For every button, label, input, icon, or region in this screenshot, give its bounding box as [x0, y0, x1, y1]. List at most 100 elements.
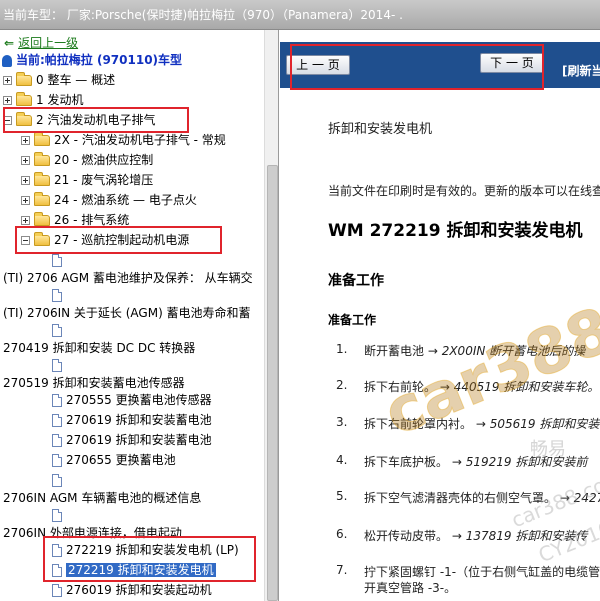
tree-item-21[interactable]: 21 - 废气涡轮增压 [21, 171, 153, 189]
expand-icon[interactable] [21, 196, 30, 205]
document-nav-bar: 上 一 页 下 一 页 [刷新当 [280, 42, 600, 88]
step-text-continued: 开真空管路 -3-。 [364, 581, 457, 595]
doc-label: 2706IN 外部电源连接，借电起动 [3, 526, 182, 540]
step-ref-link[interactable]: → 440519 拆卸和安装车轮。 [436, 380, 600, 394]
doc-row[interactable] [52, 471, 66, 489]
doc-row[interactable]: 270619 拆卸和安装蓄电池 [52, 431, 212, 449]
refresh-link[interactable]: [刷新当 [562, 62, 600, 79]
folder-icon [16, 72, 32, 86]
doc-row[interactable]: 272219 拆卸和安装发电机 (LP) [52, 541, 239, 559]
tree-item-label: 2X - 汽油发动机电子排气 - 常规 [54, 133, 226, 147]
doc-row[interactable]: (TI) 2706IN 关于延长 (AGM) 蓄电池寿命和蓄 [3, 304, 251, 322]
step-text: 断开蓄电池 → 2X00IN 断开蓄电池后的操 [364, 344, 586, 358]
folder-icon [16, 92, 32, 106]
document-icon [52, 414, 62, 427]
document-icon [52, 254, 62, 267]
doc-label: 270619 拆卸和安装蓄电池 [66, 433, 212, 447]
tree-item-20[interactable]: 20 - 燃油供应控制 [21, 151, 153, 169]
step-ref-link[interactable]: → 505619 拆卸和安装 [472, 417, 600, 431]
tree-item-label: 1 发动机 [36, 93, 84, 107]
tree-item-label: 27 - 巡航控制起动机电源 [54, 233, 190, 247]
doc-row[interactable]: 270519 拆卸和安装蓄电池传感器 [3, 374, 185, 392]
vehicle-title-bar: 当前车型： 厂家:Porsche(保时捷)帕拉梅拉（970）（Panamera）… [0, 0, 600, 30]
tree-item-label: 24 - 燃油系统 — 电子点火 [54, 193, 197, 207]
doc-row[interactable]: 270655 更换蓄电池 [52, 451, 176, 469]
folder-icon [34, 152, 50, 166]
doc-row[interactable]: 2706IN AGM 车辆蓄电池的概述信息 [3, 489, 201, 507]
document-icon [52, 359, 62, 372]
tree-item-label: 2 汽油发动机电子排气 [36, 113, 156, 127]
back-link[interactable]: ⇐ 返回上一级 [4, 34, 78, 52]
tree-item-0[interactable]: 0 整车 — 概述 [3, 71, 115, 89]
expand-icon[interactable] [21, 176, 30, 185]
doc-row[interactable] [52, 251, 66, 269]
expand-icon[interactable] [21, 216, 30, 225]
doc-row[interactable]: (TI) 2706 AGM 蓄电池维护及保养： 从车辆交 [3, 269, 253, 287]
doc-row[interactable]: 270555 更换蓄电池传感器 [52, 391, 212, 409]
doc-row[interactable] [52, 506, 66, 524]
next-page-button[interactable]: 下 一 页 [480, 53, 544, 73]
tree-item-label: 26 - 排气系统 [54, 213, 130, 227]
doc-label: 276019 拆卸和安装起动机 [66, 583, 212, 597]
tree-item-2x[interactable]: 2X - 汽油发动机电子排气 - 常规 [21, 131, 226, 149]
step-ref-link[interactable]: → 519219 拆卸和安装前 [448, 455, 588, 469]
document-icon [52, 454, 62, 467]
step-ref-link[interactable]: → 137819 拆卸和安装传 [448, 529, 588, 543]
doc-label: 270555 更换蓄电池传感器 [66, 393, 212, 407]
vehicle-icon [2, 54, 12, 67]
expand-icon[interactable] [3, 96, 12, 105]
tree-item-label: 21 - 废气涡轮增压 [54, 173, 154, 187]
doc-row[interactable]: 276019 拆卸和安装起动机 [52, 581, 212, 599]
doc-label: (TI) 2706 AGM 蓄电池维护及保养： 从车辆交 [3, 271, 253, 285]
step-text: 拆下右前轮。 → 440519 拆卸和安装车轮。 [364, 380, 600, 394]
doc-label: 2706IN AGM 车辆蓄电池的概述信息 [3, 491, 202, 505]
tree-scrollbar[interactable] [264, 30, 278, 601]
collapse-icon[interactable] [21, 236, 30, 245]
prev-page-button[interactable]: 上 一 页 [286, 55, 350, 75]
document-icon [52, 564, 62, 577]
scrollbar-thumb[interactable] [267, 165, 278, 601]
document-icon [52, 544, 62, 557]
document-icon [52, 434, 62, 447]
tree-item-2[interactable]: 2 汽油发动机电子排气 [3, 111, 155, 129]
step-ref-link[interactable]: → 2X00IN 断开蓄电池后的操 [424, 344, 585, 358]
doc-row[interactable] [52, 286, 66, 304]
tree-item-27[interactable]: 27 - 巡航控制起动机电源 [21, 231, 189, 249]
print-notice: 当前文件在印刷时是有效的。更新的版本可以在线查 [328, 184, 600, 198]
doc-row[interactable]: 270619 拆卸和安装蓄电池 [52, 411, 212, 429]
document-icon [52, 289, 62, 302]
step-number: 5. [336, 489, 348, 503]
doc-label: 270619 拆卸和安装蓄电池 [66, 413, 212, 427]
doc-row[interactable] [52, 321, 66, 339]
tree-item-24[interactable]: 24 - 燃油系统 — 电子点火 [21, 191, 197, 209]
document-title: WM 272219 拆卸和安装发电机 [328, 221, 583, 241]
back-link-label: 返回上一级 [18, 36, 79, 50]
step-text: 拆下车底护板。 → 519219 拆卸和安装前 [364, 455, 588, 469]
tree-item-label: 0 整车 — 概述 [36, 73, 116, 87]
doc-label: 270419 拆卸和安装 DC DC 转换器 [3, 341, 196, 355]
folder-icon [34, 172, 50, 186]
tree-item-26[interactable]: 26 - 排气系统 [21, 211, 129, 229]
step-number: 3. [336, 415, 348, 429]
doc-row-selected[interactable]: 272219 拆卸和安装发电机 [52, 561, 216, 579]
prep-subheading: 准备工作 [328, 313, 377, 327]
expand-icon[interactable] [3, 76, 12, 85]
doc-row[interactable]: 270419 拆卸和安装 DC DC 转换器 [3, 339, 195, 357]
expand-icon[interactable] [21, 156, 30, 165]
step-number: 4. [336, 453, 348, 467]
tree-item-1[interactable]: 1 发动机 [3, 91, 83, 109]
step-ref-link[interactable]: → 2427 [556, 491, 600, 505]
doc-label: (TI) 2706IN 关于延长 (AGM) 蓄电池寿命和蓄 [3, 306, 251, 320]
expand-icon[interactable] [21, 136, 30, 145]
doc-row[interactable]: 2706IN 外部电源连接，借电起动 [3, 524, 182, 542]
doc-label: 270655 更换蓄电池 [66, 453, 176, 467]
document-icon [52, 474, 62, 487]
document-panel: 上 一 页 下 一 页 [刷新当 拆卸和安装发电机 当前文件在印刷时是有效的。更… [280, 30, 600, 601]
document-icon [52, 394, 62, 407]
collapse-icon[interactable] [3, 116, 12, 125]
doc-row[interactable] [52, 356, 66, 374]
folder-open-icon [16, 112, 32, 126]
tree-item-label: 20 - 燃油供应控制 [54, 153, 154, 167]
step-number: 6. [336, 527, 348, 541]
doc-label: 272219 拆卸和安装发电机 (LP) [66, 543, 239, 557]
